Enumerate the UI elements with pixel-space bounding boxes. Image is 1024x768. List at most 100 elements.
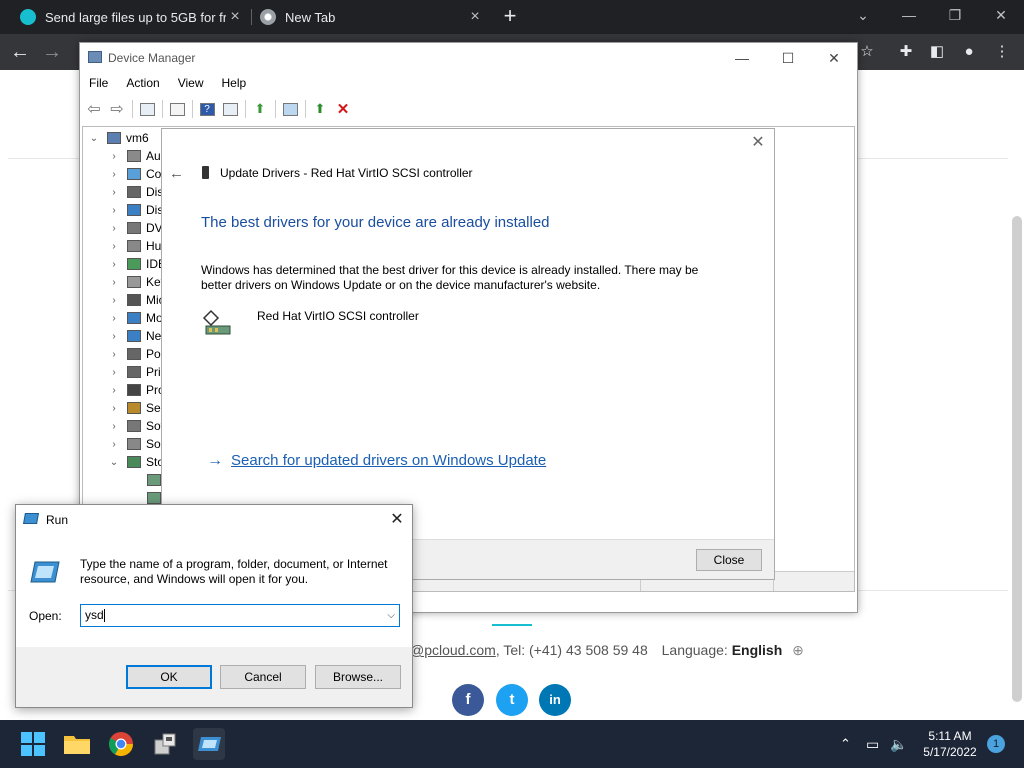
tree-item[interactable]: › Pro bbox=[107, 381, 164, 399]
menu-dots-icon[interactable]: ⋮ bbox=[992, 42, 1012, 62]
minimize-button[interactable]: — bbox=[719, 43, 765, 73]
minimize-button[interactable]: — bbox=[886, 0, 932, 30]
facebook-icon[interactable]: f bbox=[452, 684, 484, 716]
run-taskbar-icon[interactable] bbox=[193, 728, 225, 760]
chevron-right-icon[interactable]: › bbox=[107, 223, 121, 234]
back-arrow-icon[interactable]: ← bbox=[8, 40, 32, 64]
help-icon[interactable]: ? bbox=[197, 100, 217, 118]
side-panel-icon[interactable]: ◧ bbox=[927, 42, 947, 62]
chevron-right-icon[interactable]: › bbox=[107, 295, 121, 306]
profile-icon[interactable]: ● bbox=[959, 42, 979, 62]
run-titlebar[interactable]: Run ✕ bbox=[16, 505, 412, 535]
chevron-right-icon[interactable]: › bbox=[107, 313, 121, 324]
tree-item[interactable]: › Sec bbox=[107, 399, 166, 417]
maximize-button[interactable]: ☐ bbox=[765, 43, 811, 73]
scan-hardware-icon[interactable] bbox=[280, 100, 300, 118]
chevron-right-icon[interactable]: › bbox=[107, 385, 121, 396]
tab-close-icon[interactable]: × bbox=[466, 8, 484, 26]
browse-button[interactable]: Browse... bbox=[315, 665, 401, 689]
chevron-right-icon[interactable]: › bbox=[107, 439, 121, 450]
tree-item[interactable]: › Key bbox=[107, 273, 166, 291]
file-explorer-icon[interactable] bbox=[61, 728, 93, 760]
contact-email-link[interactable]: @pcloud.com bbox=[410, 642, 496, 658]
enable-device-icon[interactable]: ⬆ bbox=[310, 100, 330, 118]
toolbar-separator bbox=[162, 100, 163, 118]
open-input[interactable]: ysd ⌵ bbox=[80, 604, 400, 627]
globe-icon[interactable]: ⊕ bbox=[792, 642, 804, 658]
chevron-right-icon[interactable]: › bbox=[107, 187, 121, 198]
tree-item[interactable]: › Mic bbox=[107, 291, 164, 309]
chevron-right-icon[interactable]: › bbox=[107, 259, 121, 270]
tree-item[interactable]: ⌄ Stor bbox=[107, 453, 168, 471]
cancel-button[interactable]: Cancel bbox=[220, 665, 306, 689]
windows-update-link-label: Search for updated drivers on Windows Up… bbox=[231, 452, 547, 469]
close-button[interactable]: ✕ bbox=[811, 43, 857, 73]
windows-update-link[interactable]: → Search for updated drivers on Windows U… bbox=[207, 452, 546, 470]
clock[interactable]: 5:11 AM 5/17/2022 bbox=[916, 728, 984, 760]
chevron-right-icon[interactable]: › bbox=[107, 421, 121, 432]
windows-start-icon[interactable] bbox=[17, 728, 49, 760]
back-icon[interactable]: ⇦ bbox=[84, 100, 104, 118]
close-button[interactable]: ✕ bbox=[978, 0, 1024, 30]
tree-item[interactable]: › Auc bbox=[107, 147, 166, 165]
network-icon[interactable]: ▭ bbox=[866, 720, 879, 768]
menu-view[interactable]: View bbox=[169, 73, 213, 95]
notification-badge[interactable]: 1 bbox=[987, 735, 1005, 753]
show-hidden-icons-icon[interactable]: ⌃ bbox=[840, 720, 851, 768]
ok-button[interactable]: OK bbox=[126, 665, 212, 689]
tab-close-icon[interactable]: × bbox=[226, 8, 244, 26]
properties-icon[interactable] bbox=[167, 100, 187, 118]
tab-pcloud[interactable]: Send large files up to 5GB for fre × bbox=[12, 0, 252, 34]
new-tab-button[interactable]: + bbox=[498, 4, 522, 28]
chevron-right-icon[interactable]: › bbox=[107, 367, 121, 378]
tree-item[interactable]: › Por bbox=[107, 345, 164, 363]
device-manager-titlebar[interactable]: Device Manager — ☐ ✕ bbox=[80, 43, 857, 73]
update-driver-icon[interactable]: ⬆ bbox=[250, 100, 270, 118]
tree-item[interactable]: › IDE bbox=[107, 255, 166, 273]
chrome-icon[interactable] bbox=[105, 728, 137, 760]
chevron-down-icon[interactable]: ⌄ bbox=[107, 457, 121, 468]
tree-item[interactable]: › Sou bbox=[107, 435, 167, 453]
chevron-down-icon[interactable]: ⌄ bbox=[87, 133, 101, 144]
tab-new-tab[interactable]: New Tab × bbox=[252, 0, 492, 34]
volume-icon[interactable]: 🔈 bbox=[890, 720, 907, 768]
chevron-right-icon[interactable]: › bbox=[107, 349, 121, 360]
menu-file[interactable]: File bbox=[80, 73, 117, 95]
chevron-right-icon[interactable]: › bbox=[107, 331, 121, 342]
chevron-right-icon[interactable]: › bbox=[107, 151, 121, 162]
chevron-right-icon[interactable]: › bbox=[107, 241, 121, 252]
language-value[interactable]: English bbox=[732, 642, 783, 658]
tab-search-icon[interactable]: ⌄ bbox=[840, 0, 886, 30]
tree-root[interactable]: ⌄ vm6 bbox=[87, 129, 149, 147]
restore-button[interactable]: ❐ bbox=[932, 0, 978, 30]
close-button[interactable]: Close bbox=[696, 549, 762, 571]
extensions-puzzle-icon[interactable]: ✚ bbox=[896, 42, 916, 62]
tree-item[interactable]: › Hun bbox=[107, 237, 168, 255]
menu-help[interactable]: Help bbox=[213, 73, 256, 95]
chevron-right-icon[interactable]: › bbox=[107, 403, 121, 414]
show-hide-console-tree-icon[interactable] bbox=[137, 100, 157, 118]
chevron-right-icon[interactable]: › bbox=[107, 169, 121, 180]
chevron-down-icon[interactable]: ⌵ bbox=[387, 605, 395, 626]
forward-arrow-icon[interactable]: → bbox=[40, 40, 64, 64]
tree-item[interactable]: › Prin bbox=[107, 363, 167, 381]
bookmark-star-icon[interactable]: ☆ bbox=[857, 42, 877, 62]
twitter-icon[interactable]: t bbox=[496, 684, 528, 716]
chevron-right-icon[interactable]: › bbox=[107, 277, 121, 288]
close-icon[interactable]: ✕ bbox=[382, 505, 412, 535]
menu-action[interactable]: Action bbox=[117, 73, 168, 95]
linkedin-icon[interactable]: in bbox=[539, 684, 571, 716]
action-pane-icon[interactable] bbox=[220, 100, 240, 118]
device-manager-taskbar-icon[interactable] bbox=[149, 728, 181, 760]
tree-item[interactable]: › Net bbox=[107, 327, 164, 345]
page-scrollbar[interactable] bbox=[1012, 216, 1022, 702]
tree-item[interactable]: › Mo bbox=[107, 309, 162, 327]
close-icon[interactable]: ✕ bbox=[750, 135, 766, 151]
forward-icon[interactable]: ⇨ bbox=[107, 100, 127, 118]
back-arrow-icon[interactable]: ← bbox=[169, 165, 184, 182]
tree-item[interactable]: › Cor bbox=[107, 165, 165, 183]
chevron-right-icon[interactable]: › bbox=[107, 205, 121, 216]
tree-item[interactable]: › Disk bbox=[107, 183, 169, 201]
tree-item[interactable]: › Soft bbox=[107, 417, 167, 435]
uninstall-device-icon[interactable]: ✕ bbox=[333, 100, 353, 118]
